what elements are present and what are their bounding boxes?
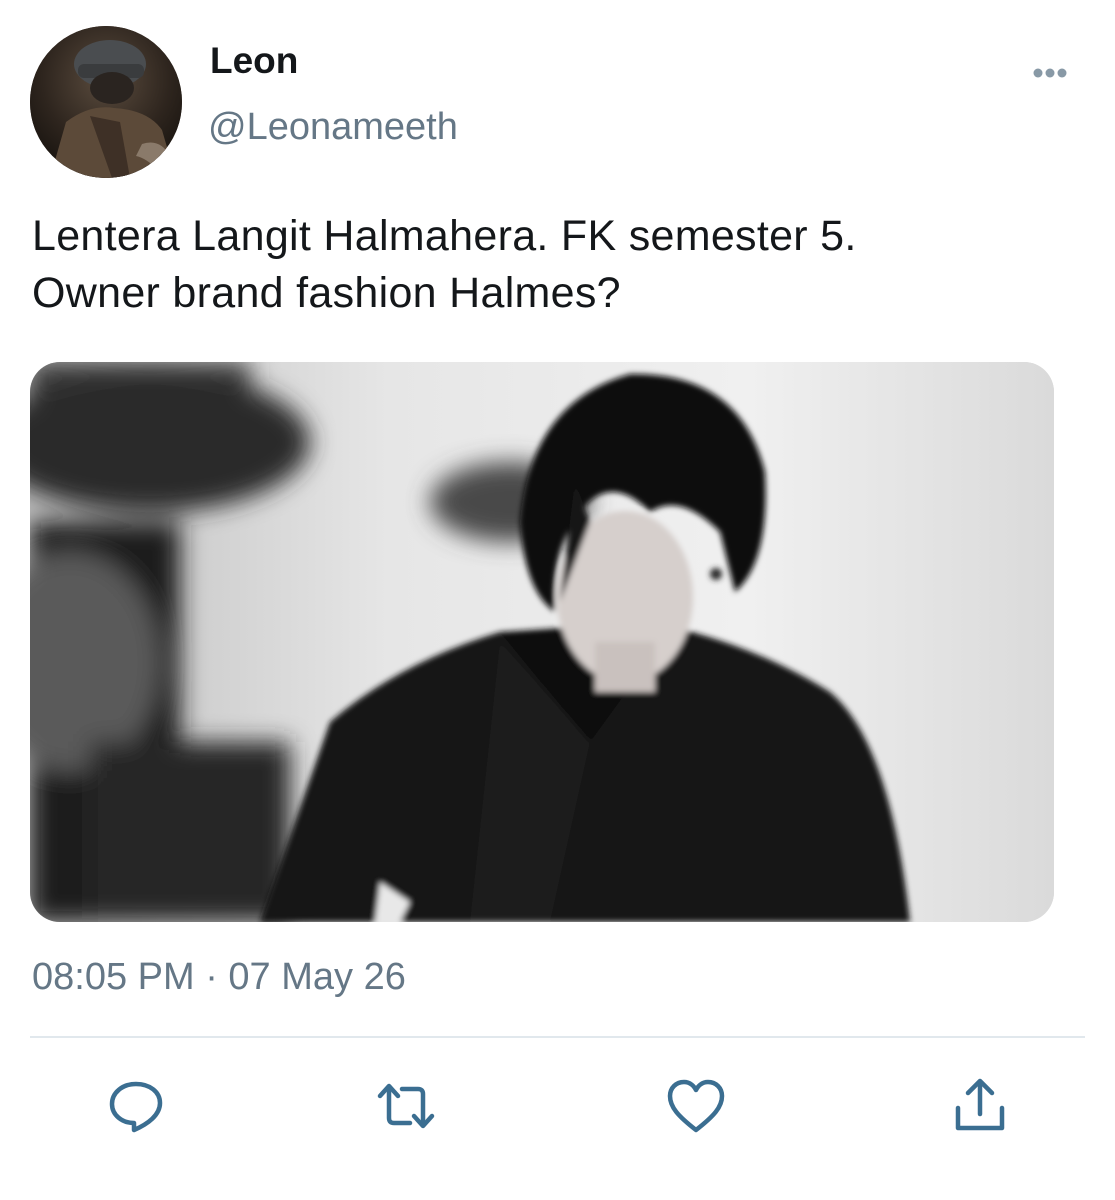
tweet-text-line-2: Owner brand fashion Halmes? bbox=[32, 269, 621, 317]
reply-icon bbox=[109, 1081, 163, 1133]
more-horizontal-icon bbox=[1033, 68, 1067, 78]
tweet-timestamp[interactable]: 08:05 PM · 07 May 26 bbox=[32, 956, 406, 999]
more-options-button[interactable] bbox=[1020, 58, 1080, 88]
tweet-media-image[interactable] bbox=[30, 362, 1054, 922]
divider bbox=[30, 1036, 1085, 1038]
retweet-button[interactable] bbox=[374, 1074, 438, 1138]
heart-icon bbox=[667, 1079, 725, 1133]
avatar-photo bbox=[30, 26, 182, 178]
user-handle[interactable]: @Leonameeth bbox=[208, 106, 458, 149]
like-button[interactable] bbox=[664, 1074, 728, 1138]
tweet-text-line-1: Lentera Langit Halmahera. FK semester 5. bbox=[32, 212, 857, 260]
reply-button[interactable] bbox=[104, 1074, 168, 1138]
retweet-icon bbox=[377, 1083, 435, 1129]
display-name[interactable]: Leon bbox=[210, 40, 298, 82]
share-icon bbox=[955, 1078, 1005, 1131]
photo-illustration bbox=[30, 362, 1054, 922]
share-button[interactable] bbox=[948, 1074, 1012, 1138]
tweet-text: Lentera Langit Halmahera. FK semester 5.… bbox=[32, 208, 1092, 322]
avatar[interactable] bbox=[30, 26, 182, 178]
